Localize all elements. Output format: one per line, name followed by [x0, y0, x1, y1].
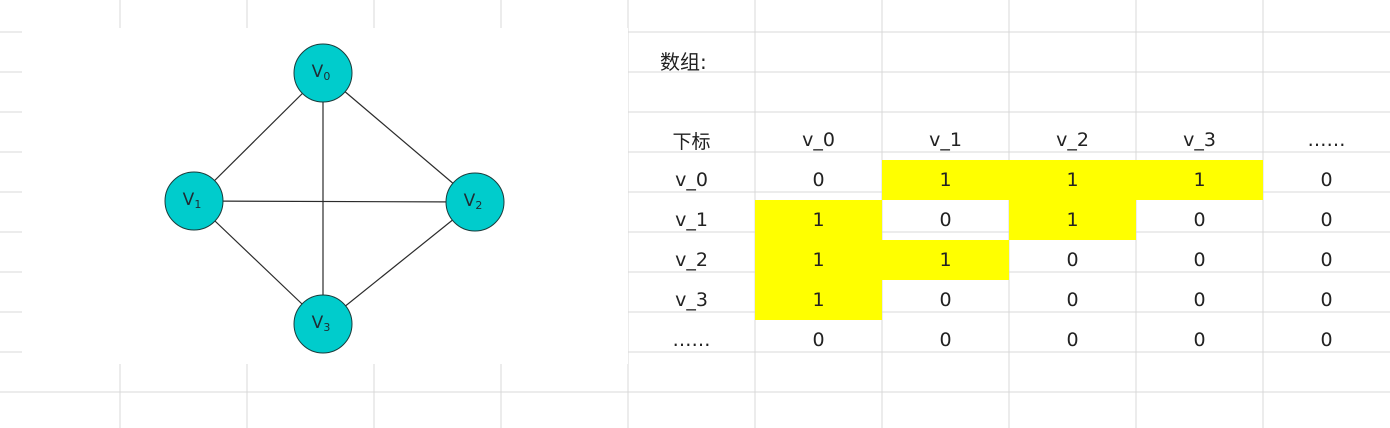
matrix-cell: 1 [755, 200, 882, 240]
matrix-cell: 1 [882, 160, 1009, 200]
column-header: v_2 [1056, 129, 1089, 151]
matrix-cell: 1 [1009, 200, 1136, 240]
matrix-cell: 0 [1066, 289, 1079, 311]
matrix-cell: 0 [1193, 209, 1206, 231]
matrix-cell: 0 [1320, 209, 1333, 231]
array-title: 数组: [660, 50, 707, 74]
matrix-cell: 0 [1193, 289, 1206, 311]
column-header: v_0 [802, 129, 835, 151]
row-header: …… [672, 329, 711, 351]
row-header: v_0 [675, 169, 708, 191]
row-header: v_3 [675, 289, 708, 311]
row-header: v_1 [675, 209, 708, 231]
graph-edge [193, 200, 476, 203]
matrix-cell: 0 [1066, 329, 1079, 351]
matrix-cell: 0 [1320, 329, 1333, 351]
matrix-cell: 0 [1320, 249, 1333, 271]
column-header: v_1 [929, 129, 962, 151]
row-header: v_2 [675, 249, 708, 271]
column-header: v_3 [1183, 129, 1216, 151]
matrix-cell: 1 [755, 240, 882, 280]
spreadsheet-canvas: V0 V1 V2 V3 数组: 下标 v_0 v_1 v_2 v_3…… v_0 0 1 1 1 0 v_1… [0, 0, 1390, 428]
matrix-cell: 0 [812, 329, 825, 351]
matrix-cell: 0 [1193, 249, 1206, 271]
graph-diagram: V0V1 V2V3 [164, 43, 505, 354]
matrix-cell: 0 [1066, 249, 1079, 271]
graph-edge [322, 72, 476, 203]
matrix-cell: 0 [939, 209, 952, 231]
matrix-cell: 0 [812, 169, 825, 191]
matrix-cell: 0 [939, 329, 952, 351]
matrix-cell: 1 [1009, 160, 1136, 200]
matrix-cell: 1 [755, 280, 882, 320]
matrix-cell: 0 [1193, 329, 1206, 351]
graph-figure: V0 V1 V2 V3 [22, 28, 628, 364]
matrix-cell: 0 [1320, 289, 1333, 311]
column-header: …… [1307, 129, 1346, 151]
matrix-cell: 0 [1320, 169, 1333, 191]
matrix-cell: 0 [939, 289, 952, 311]
matrix-cell: 1 [882, 240, 1009, 280]
table-corner-header: 下标 [672, 130, 711, 153]
matrix-cell: 1 [1136, 160, 1263, 200]
